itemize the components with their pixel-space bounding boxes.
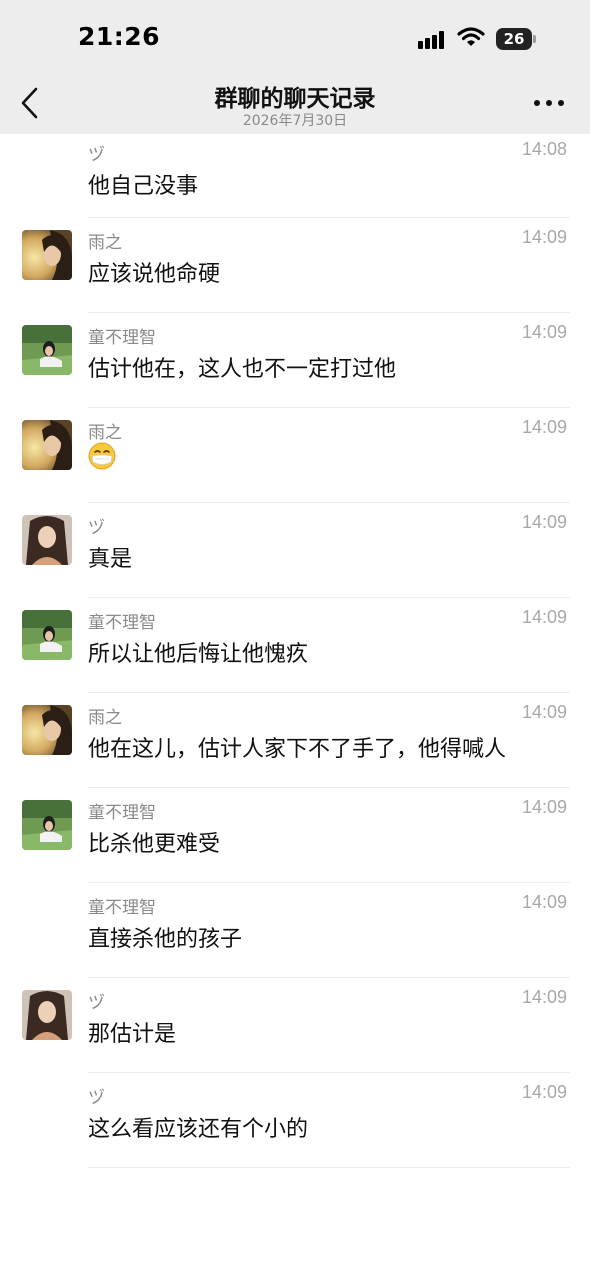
message-time: 14:09: [521, 702, 567, 722]
status-time: 21:26: [78, 22, 161, 51]
message-text[interactable]: 真是: [88, 541, 132, 573]
message-row[interactable]: 雨之 14:09: [0, 408, 590, 503]
header-area: 21:26 26 群聊的聊天记录 2026年7月30日: [0, 0, 590, 134]
message-text[interactable]: 估计他在，这人也不一定打过他: [88, 351, 396, 383]
message-text[interactable]: 他在这儿，估计人家下不了手了，他得喊人: [88, 731, 506, 763]
battery-icon: 26: [496, 28, 536, 50]
message-text[interactable]: 那估计是: [88, 1016, 176, 1048]
message-row[interactable]: 童不理智 14:09 直接杀他的孩子: [0, 883, 590, 978]
page-subtitle-date: 2026年7月30日: [242, 113, 348, 129]
wifi-icon: [457, 27, 485, 46]
message-row[interactable]: 童不理智 14:09 比杀他更难受: [0, 788, 590, 883]
avatar[interactable]: [22, 705, 72, 755]
message-time: 14:09: [521, 797, 567, 817]
battery-level: 26: [496, 28, 532, 50]
sender-name: 童不理智: [88, 328, 156, 348]
more-dots-icon[interactable]: [534, 97, 566, 109]
avatar[interactable]: [22, 515, 72, 565]
message-time: 14:09: [521, 987, 567, 1007]
message-time: 14:09: [521, 227, 567, 247]
message-row[interactable]: ヅ 14:09 这么看应该还有个小的: [0, 1073, 590, 1168]
sender-name: 童不理智: [88, 898, 156, 918]
message-time: 14:09: [521, 417, 567, 437]
message-text[interactable]: 应该说他命硬: [88, 256, 220, 288]
message-list[interactable]: ヅ 14:08 他自己没事 雨之 14:09 应该说他命硬 童不理智 14:09 估计他在，…: [0, 134, 590, 1168]
message-text[interactable]: 他自己没事: [88, 168, 198, 200]
message-row[interactable]: ヅ 14:08 他自己没事: [0, 134, 590, 218]
page-title: 群聊的聊天记录: [214, 86, 376, 112]
message-row[interactable]: 童不理智 14:09 所以让他后悔让他愧疚: [0, 598, 590, 693]
message-row[interactable]: 雨之 14:09 他在这儿，估计人家下不了手了，他得喊人: [0, 693, 590, 788]
avatar[interactable]: [22, 420, 72, 470]
sender-name: ヅ: [88, 1088, 105, 1108]
message-time: 14:09: [521, 607, 567, 627]
message-row[interactable]: 童不理智 14:09 估计他在，这人也不一定打过他: [0, 313, 590, 408]
sender-name: ヅ: [88, 145, 105, 165]
message-text[interactable]: 所以让他后悔让他愧疚: [88, 636, 308, 668]
sender-name: 童不理智: [88, 803, 156, 823]
battery-cap: [533, 35, 536, 43]
message-time: 14:09: [521, 892, 567, 912]
avatar[interactable]: [22, 610, 72, 660]
message-time: 14:09: [521, 1082, 567, 1102]
message-text[interactable]: 直接杀他的孩子: [88, 921, 242, 953]
message-row[interactable]: 雨之 14:09 应该说他命硬: [0, 218, 590, 313]
sender-name: 雨之: [88, 423, 122, 443]
divider: [88, 1167, 570, 1168]
message-time: 14:08: [521, 139, 567, 159]
message-row[interactable]: ヅ 14:09 那估计是: [0, 978, 590, 1073]
avatar[interactable]: [22, 325, 72, 375]
sender-name: ヅ: [88, 993, 105, 1013]
sender-name: 雨之: [88, 233, 122, 253]
message-text[interactable]: 比杀他更难受: [88, 826, 220, 858]
message-text[interactable]: 这么看应该还有个小的: [88, 1111, 308, 1143]
sender-name: 雨之: [88, 708, 122, 728]
message-time: 14:09: [521, 322, 567, 342]
sender-name: ヅ: [88, 518, 105, 538]
battery-percent: 26: [503, 30, 525, 48]
message-row[interactable]: ヅ 14:09 真是: [0, 503, 590, 598]
avatar[interactable]: [22, 230, 72, 280]
message-time: 14:09: [521, 512, 567, 532]
avatar[interactable]: [22, 990, 72, 1040]
avatar[interactable]: [22, 800, 72, 850]
signal-icon: [418, 31, 448, 49]
face-with-medical-mask-icon: [88, 442, 116, 470]
sender-name: 童不理智: [88, 613, 156, 633]
